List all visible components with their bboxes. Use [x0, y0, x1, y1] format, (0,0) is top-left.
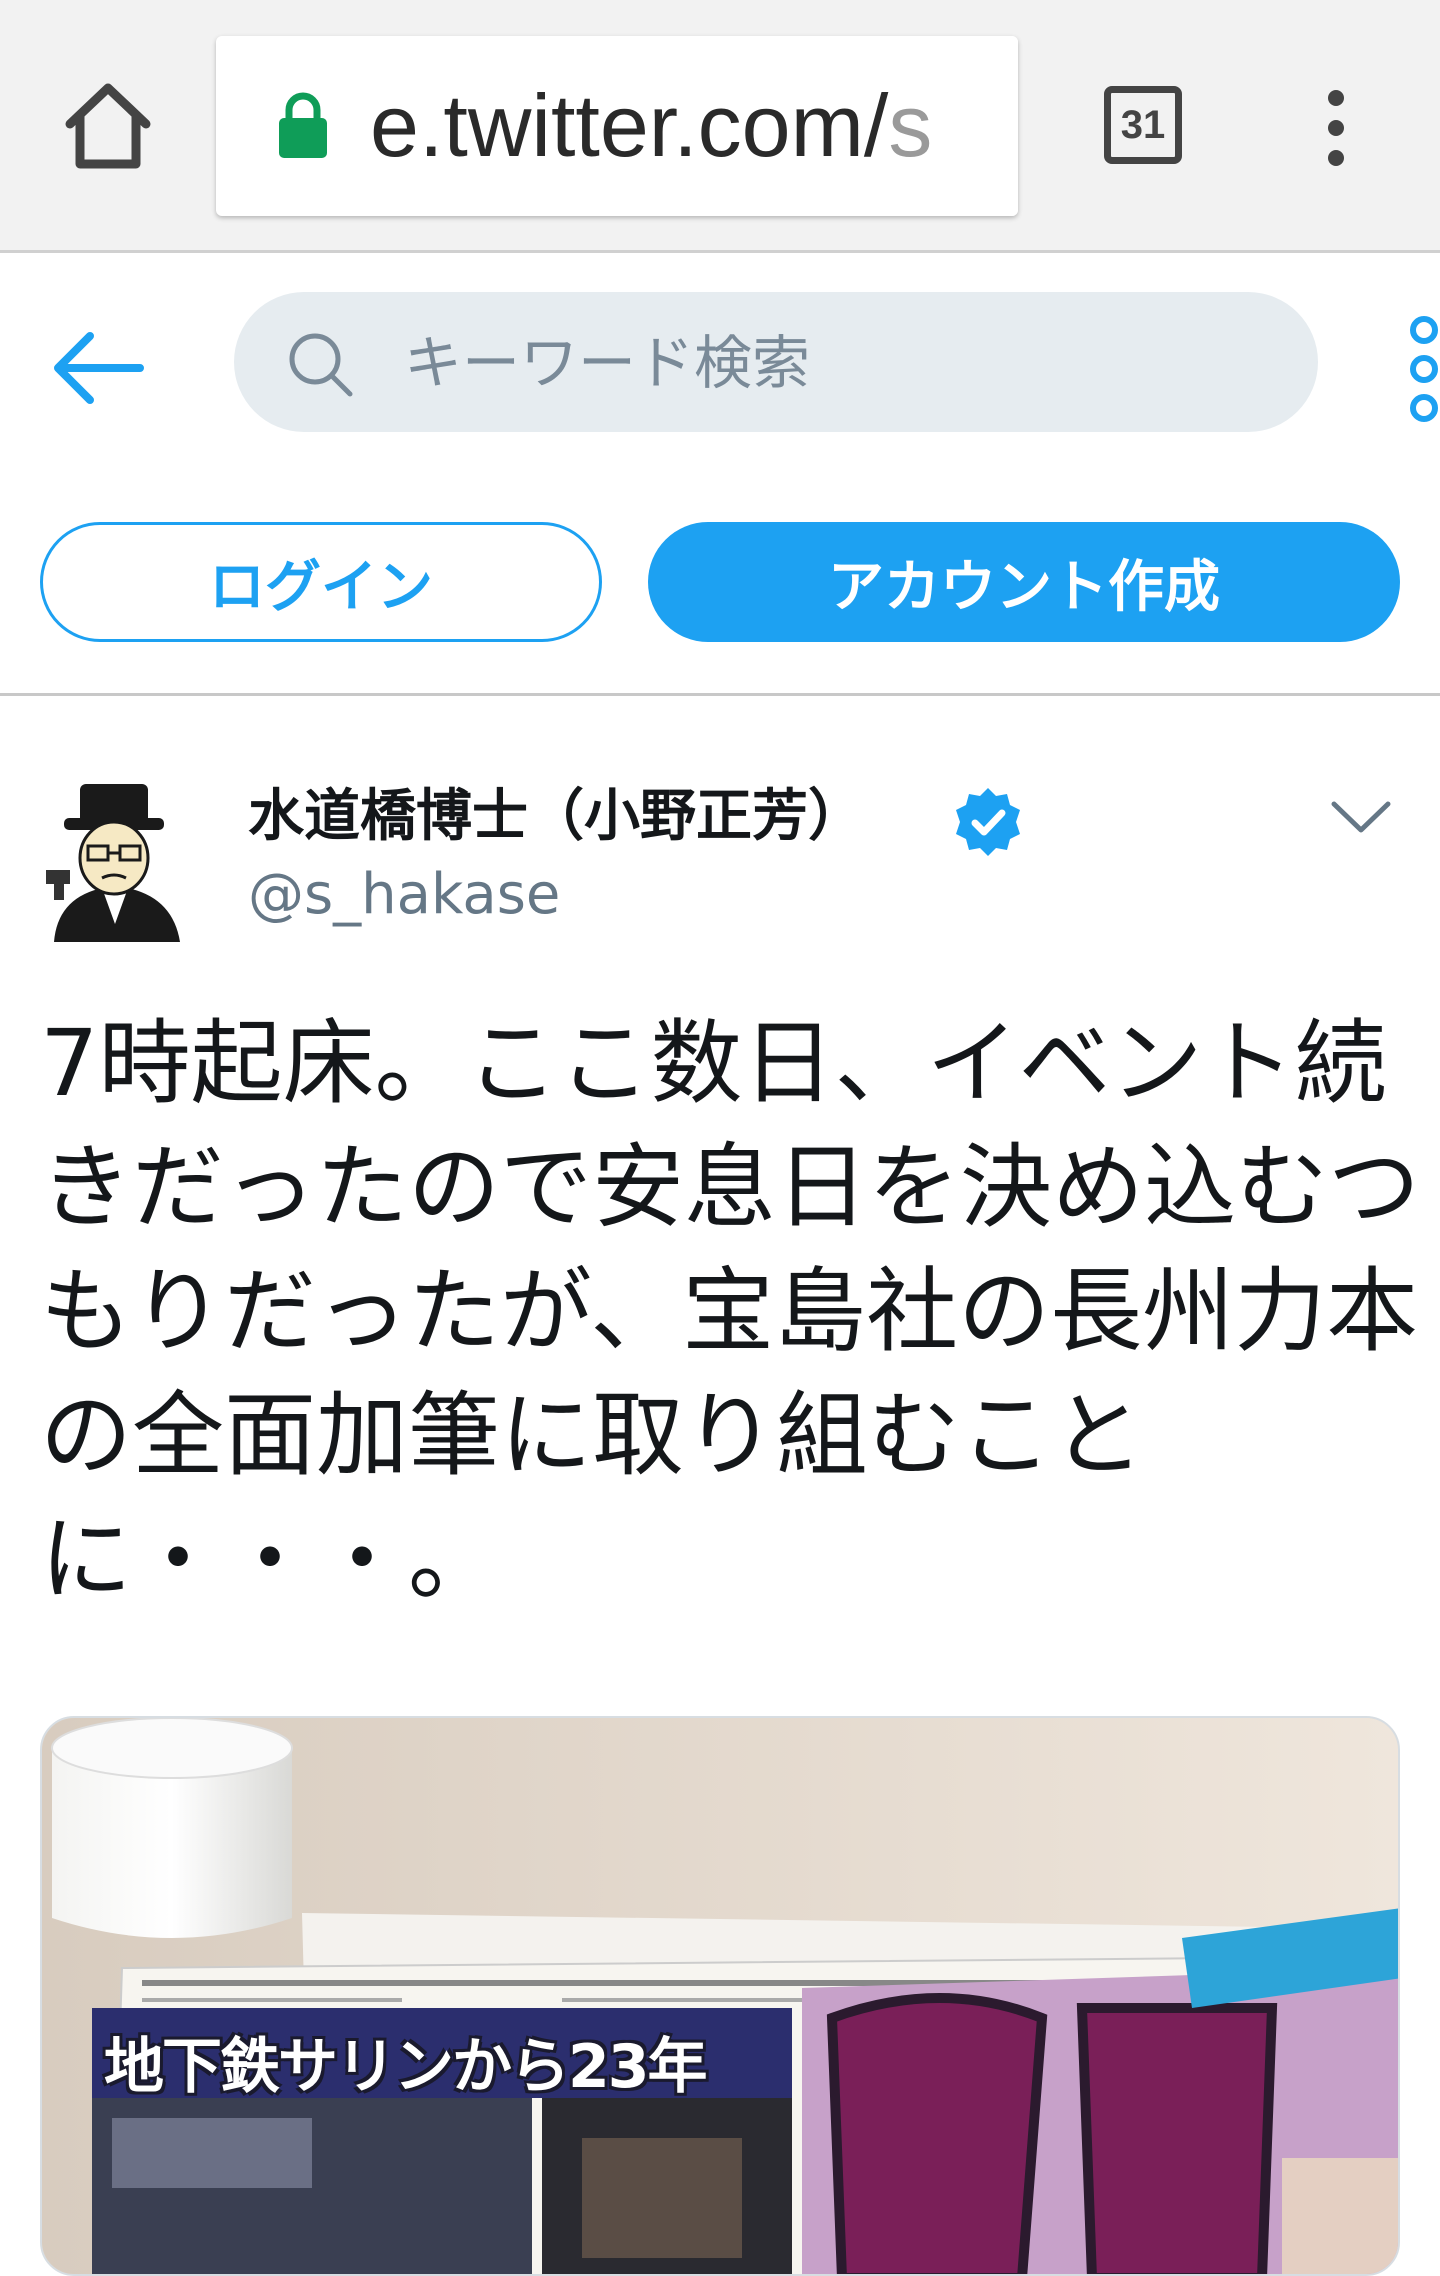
url-text: e.twitter.com/s	[370, 76, 932, 176]
more-options-icon[interactable]	[1400, 314, 1440, 424]
browser-toolbar: e.twitter.com/s 31	[0, 0, 1440, 253]
photo-newspaper-illustration	[42, 1718, 1398, 2274]
chevron-down-icon[interactable]	[1330, 798, 1392, 836]
avatar[interactable]	[40, 774, 190, 942]
url-cut: s	[888, 76, 933, 175]
tab-count-button[interactable]: 31	[1104, 86, 1182, 164]
lock-icon	[279, 92, 327, 158]
back-arrow-icon[interactable]	[52, 330, 144, 406]
url-fade	[958, 36, 1018, 216]
address-bar[interactable]: e.twitter.com/s	[216, 36, 1018, 216]
newspaper-headline: 地下鉄サリンから23年	[104, 2032, 707, 2102]
tweet-text: 7時起床。ここ数日、イベント続きだったので安息日を決め込むつもりだったが、宝島社…	[40, 1010, 1421, 1613]
home-icon[interactable]	[60, 78, 156, 174]
twitter-header: キーワード検索 ログイン アカウント作成	[0, 256, 1440, 696]
verified-badge-icon	[956, 788, 1020, 856]
search-icon	[289, 333, 353, 397]
login-button[interactable]: ログイン	[40, 522, 602, 642]
more-vert-icon[interactable]	[1316, 88, 1356, 168]
url-visible: e.twitter.com/	[370, 76, 889, 175]
tweet-photo[interactable]: 地下鉄サリンから23年	[40, 1716, 1400, 2276]
search-input[interactable]: キーワード検索	[234, 292, 1318, 432]
username[interactable]: @s_hakase	[248, 860, 560, 930]
display-name[interactable]: 水道橋博士（小野正芳）	[248, 782, 864, 852]
signup-button[interactable]: アカウント作成	[648, 522, 1400, 642]
search-placeholder: キーワード検索	[404, 329, 811, 397]
